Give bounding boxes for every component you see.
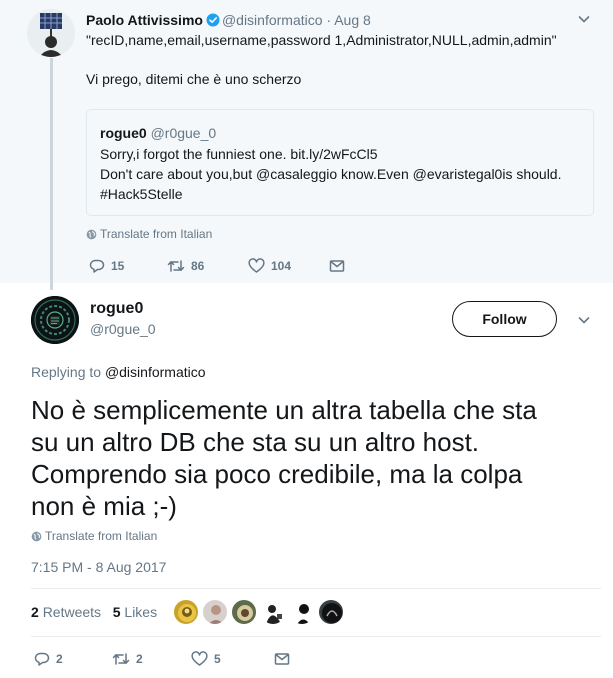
retweet-button[interactable]: 2 <box>112 650 143 668</box>
quoted-text-line: Sorry,i forgot the funniest one. bit.ly/… <box>100 146 378 162</box>
translate-link[interactable]: Translate from Italian <box>31 528 157 546</box>
avatar[interactable] <box>27 9 75 57</box>
liker-avatar[interactable] <box>173 599 199 625</box>
tweet-text: "recID,name,email,username,password 1,Ad… <box>86 32 557 48</box>
tweet-timestamp[interactable]: 7:15 PM - 8 Aug 2017 <box>31 558 166 576</box>
tweet-text-line: Comprendo sia poco credibile, ma la colp… <box>31 459 523 489</box>
author-handle[interactable]: @r0gue_0 <box>90 320 156 338</box>
reply-count: 2 <box>56 652 63 666</box>
retweets-count: 2 <box>31 604 39 620</box>
translate-label: Translate from Italian <box>100 227 213 241</box>
likes-label: Likes <box>124 604 158 620</box>
quoted-author-name: rogue0 <box>100 125 147 141</box>
direct-message-button[interactable] <box>329 257 351 275</box>
tweet-text-line: su un altro DB che sta su un altro host. <box>31 427 480 457</box>
reply-icon <box>89 259 105 273</box>
translate-label: Translate from Italian <box>45 529 158 543</box>
liker-avatar[interactable] <box>202 599 228 625</box>
direct-message-icon <box>274 653 290 665</box>
tweet-date[interactable]: Aug 8 <box>334 12 371 28</box>
like-button[interactable]: 5 <box>191 650 221 668</box>
tweet-text-line: No è semplicemente un altra tabella che … <box>31 395 537 425</box>
likes-count: 5 <box>112 604 121 620</box>
reply-count: 15 <box>111 259 125 273</box>
liker-avatar[interactable] <box>231 599 257 625</box>
like-icon <box>248 258 265 273</box>
reply-button[interactable]: 2 <box>34 650 63 668</box>
like-count: 104 <box>271 259 292 273</box>
direct-message-icon <box>329 260 345 272</box>
chevron-down-icon[interactable] <box>577 313 591 332</box>
chevron-down-icon[interactable] <box>577 12 591 31</box>
retweet-count: 2 <box>136 652 143 666</box>
quoted-tweet[interactable]: rogue0 @r0gue_0 Sorry,i forgot the funni… <box>86 109 594 216</box>
quoted-text-line: Don't care about you,but @casaleggio kno… <box>100 166 562 182</box>
reply-button[interactable]: 15 <box>89 257 124 275</box>
retweet-button[interactable]: 86 <box>167 257 204 275</box>
like-count: 5 <box>214 652 221 666</box>
divider <box>31 636 601 637</box>
reply-icon <box>34 652 50 666</box>
tweet-text-line: non è mia ;-) <box>31 491 177 521</box>
main-avatar-image <box>31 296 79 344</box>
likes-stat[interactable]: 5 Likes <box>113 604 157 620</box>
tweet-text: No è semplicemente un altra tabella che … <box>31 394 601 522</box>
follow-button[interactable]: Follow <box>452 301 557 337</box>
tweet-stats: 2 Retweets 5 Likes <box>31 603 157 621</box>
tweet-text: Vi prego, ditemi che è uno scherzo <box>86 71 302 87</box>
author-name[interactable]: Paolo Attivissimo <box>86 12 203 28</box>
avatar[interactable] <box>31 296 79 344</box>
parent-tweet-header: Paolo Attivissimo @disinformatico · Aug 8 <box>86 11 371 31</box>
replying-to: Replying to @disinformatico <box>31 363 206 381</box>
globe-icon <box>86 228 97 244</box>
retweet-count: 86 <box>191 259 205 273</box>
parent-tweet[interactable]: Paolo Attivissimo @disinformatico · Aug 8… <box>0 0 613 290</box>
divider <box>31 588 601 589</box>
retweets-label: Retweets <box>42 604 102 620</box>
parent-avatar-image <box>27 9 75 57</box>
quoted-text-line: #Hack5Stelle <box>100 186 183 202</box>
retweets-stat[interactable]: 2 Retweets <box>31 604 101 620</box>
author-handle[interactable]: @disinformatico <box>222 12 323 28</box>
liker-avatar[interactable] <box>318 599 344 625</box>
replying-mention-link[interactable]: @disinformatico <box>105 364 206 380</box>
direct-message-button[interactable] <box>274 650 296 668</box>
retweet-icon <box>167 260 185 272</box>
like-button[interactable]: 104 <box>248 257 291 275</box>
quoted-tweet-header: rogue0 @r0gue_0 <box>100 124 216 142</box>
replying-prefix: Replying to <box>31 364 102 380</box>
author-name[interactable]: rogue0 <box>90 299 143 319</box>
like-icon <box>191 651 208 666</box>
dot-separator: · <box>326 12 332 28</box>
liker-avatar[interactable] <box>289 599 315 625</box>
retweet-icon <box>112 653 130 665</box>
verified-badge-icon <box>206 13 220 31</box>
globe-icon <box>31 530 42 546</box>
translate-link[interactable]: Translate from Italian <box>86 226 212 244</box>
quoted-author-handle: @r0gue_0 <box>150 125 217 141</box>
thread-connector-line <box>50 58 53 290</box>
liker-avatar[interactable] <box>260 599 286 625</box>
